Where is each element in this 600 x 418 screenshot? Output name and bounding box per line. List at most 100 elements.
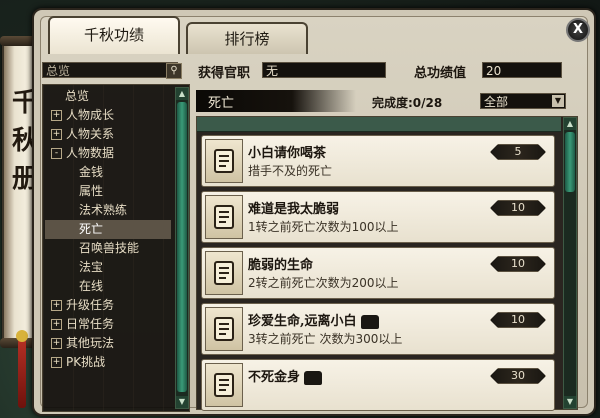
- tree-item[interactable]: 死亡: [45, 220, 171, 239]
- achievement-points-badge: 10: [490, 256, 546, 272]
- achievement-points-badge: 5: [490, 144, 546, 160]
- title-value: 无: [262, 62, 386, 78]
- achievement-desc: 2转之前死亡次数为200以上: [248, 276, 399, 290]
- achievement-card[interactable]: 不死金身 30: [201, 359, 555, 411]
- tree-item-label: 其他玩法: [66, 336, 115, 350]
- tree-item-label: 人物关系: [66, 127, 115, 141]
- achievement-name: 珍爱生命,远离小白: [248, 310, 379, 329]
- list-scroll-up-icon[interactable]: ▲: [564, 118, 576, 130]
- achievement-card[interactable]: 珍爱生命,远离小白 3转之前死亡 次数为300以上 10: [201, 303, 555, 355]
- search-input[interactable]: 总览: [42, 62, 178, 78]
- category-sidebar: 总览 ⚲ 总览 + 人物成长 + 人物关系 - 人物数据 金钱 属性 法术熟练 死亡 召唤兽技能 法宝在…: [42, 60, 192, 412]
- achievement-title: 小白请你喝茶: [248, 146, 327, 161]
- tassel-ornament: [16, 330, 28, 408]
- scroll-down-icon[interactable]: ▼: [176, 396, 188, 408]
- achievement-name: 不死金身: [248, 366, 323, 385]
- achievement-points: 10: [511, 257, 525, 270]
- achievement-desc: 1转之前死亡次数为100以上: [248, 220, 399, 234]
- tree-item[interactable]: + 人物成长: [45, 106, 171, 125]
- title-label: 获得官职: [198, 66, 251, 81]
- tree-item-label: 金钱: [79, 165, 104, 179]
- achievement-list: 小白请你喝茶 措手不及的死亡 5 难道是我太脆弱 1转之前死亡次数为100以上 10 脆弱的…: [196, 116, 578, 411]
- tree-item[interactable]: 法宝: [45, 258, 171, 277]
- search-icon[interactable]: ⚲: [166, 63, 182, 79]
- tree-scrollbar[interactable]: ▲ ▼: [175, 87, 189, 409]
- tree-item[interactable]: 召唤兽技能: [45, 239, 171, 258]
- achievement-points-badge: 30: [490, 368, 546, 384]
- achievement-points-badge: 10: [490, 200, 546, 216]
- scroll-icon: [205, 139, 243, 183]
- tree-item[interactable]: + 其他玩法: [45, 334, 171, 353]
- achievement-points: 10: [511, 201, 525, 214]
- scroll-up-icon[interactable]: ▲: [176, 88, 188, 100]
- close-button[interactable]: X: [566, 18, 590, 42]
- achievement-desc: 3转之前死亡 次数为300以上: [248, 332, 403, 346]
- scroll-icon: [205, 363, 243, 407]
- achievement-points: 10: [511, 313, 525, 326]
- expand-icon[interactable]: +: [51, 338, 62, 349]
- score-label: 总功绩值: [414, 66, 467, 81]
- list-scrollbar[interactable]: ▲ ▼: [563, 117, 577, 409]
- tab-achievements[interactable]: 千秋功绩: [48, 16, 180, 54]
- tree-item-label: 法术熟练: [79, 203, 128, 217]
- tree-item-label: 法宝: [79, 260, 104, 274]
- achievement-name: 小白请你喝茶: [248, 142, 326, 161]
- tree-item[interactable]: + PK挑战: [45, 353, 171, 372]
- achievement-name: 脆弱的生命: [248, 254, 313, 273]
- scroll-icon: [205, 307, 243, 351]
- tree-list: 总览 + 人物成长 + 人物关系 - 人物数据 金钱 属性 法术熟练 死亡 召唤兽技能 法宝 在线 + 升级任…: [45, 87, 171, 372]
- tree-item-label: PK挑战: [66, 355, 106, 369]
- filter-select[interactable]: 全部 ▼: [480, 93, 566, 109]
- expand-icon[interactable]: +: [51, 129, 62, 140]
- category-tree: 总览 + 人物成长 + 人物关系 - 人物数据 金钱 属性 法术熟练 死亡 召唤兽技能 法宝 在线 + 升级任…: [42, 84, 190, 412]
- achievement-card[interactable]: 脆弱的生命 2转之前死亡次数为200以上 10: [201, 247, 555, 299]
- achievement-card[interactable]: 难道是我太脆弱 1转之前死亡次数为100以上 10: [201, 191, 555, 243]
- expand-icon[interactable]: +: [51, 110, 62, 121]
- tree-item[interactable]: 在线: [45, 277, 171, 296]
- expand-icon[interactable]: +: [51, 357, 62, 368]
- expand-icon[interactable]: +: [51, 300, 62, 311]
- achievement-card[interactable]: 小白请你喝茶 措手不及的死亡 5: [201, 135, 555, 187]
- achievement-points: 30: [511, 369, 525, 382]
- tree-item-label: 死亡: [79, 222, 104, 236]
- tree-item[interactable]: + 升级任务: [45, 296, 171, 315]
- tree-item-label: 召唤兽技能: [79, 241, 140, 255]
- tree-item[interactable]: + 日常任务: [45, 315, 171, 334]
- tree-scroll-thumb[interactable]: [177, 102, 187, 392]
- tree-item-label: 在线: [79, 279, 104, 293]
- collapse-icon[interactable]: -: [51, 148, 62, 159]
- achievement-desc: 措手不及的死亡: [248, 164, 333, 178]
- tree-item-label: 属性: [79, 184, 104, 198]
- achievement-title: 珍爱生命,远离小白: [248, 314, 357, 329]
- achievement-title: 难道是我太脆弱: [248, 202, 340, 217]
- tree-item[interactable]: 属性: [45, 182, 171, 201]
- expand-icon[interactable]: +: [51, 319, 62, 330]
- achievement-points-badge: 10: [490, 312, 546, 328]
- tree-item[interactable]: 金钱: [45, 163, 171, 182]
- list-scroll-down-icon[interactable]: ▼: [564, 396, 576, 408]
- tree-item[interactable]: 总览: [45, 87, 171, 106]
- chevron-down-icon[interactable]: ▼: [552, 95, 564, 107]
- category-banner: 死亡: [196, 90, 356, 112]
- tree-item[interactable]: 法术熟练: [45, 201, 171, 220]
- treasure-chest-icon: [360, 314, 379, 329]
- tree-item-label: 日常任务: [66, 317, 115, 331]
- tree-item-label: 升级任务: [66, 298, 115, 312]
- achievement-main: 获得官职 无 总功绩值 20 死亡 完成度:0/28 全部 ▼ 小白请你喝茶 措手…: [196, 60, 586, 411]
- tab-ranking[interactable]: 排行榜: [186, 22, 308, 54]
- score-value: 20: [482, 62, 562, 78]
- tree-item-label: 人物数据: [66, 146, 115, 160]
- filter-value: 全部: [484, 95, 509, 109]
- achievement-points: 5: [514, 145, 522, 158]
- tree-item[interactable]: - 人物数据: [45, 144, 171, 163]
- tree-item-label: 人物成长: [66, 108, 115, 122]
- scroll-icon: [205, 251, 243, 295]
- completion-progress: 完成度:0/28: [372, 96, 443, 110]
- achievement-name: 难道是我太脆弱: [248, 198, 339, 217]
- category-name: 死亡: [208, 96, 235, 111]
- treasure-chest-icon: [304, 370, 323, 385]
- achievement-title: 不死金身: [248, 370, 301, 385]
- tree-item[interactable]: + 人物关系: [45, 125, 171, 144]
- list-scroll-thumb[interactable]: [565, 132, 575, 192]
- achievement-title: 脆弱的生命: [248, 258, 314, 273]
